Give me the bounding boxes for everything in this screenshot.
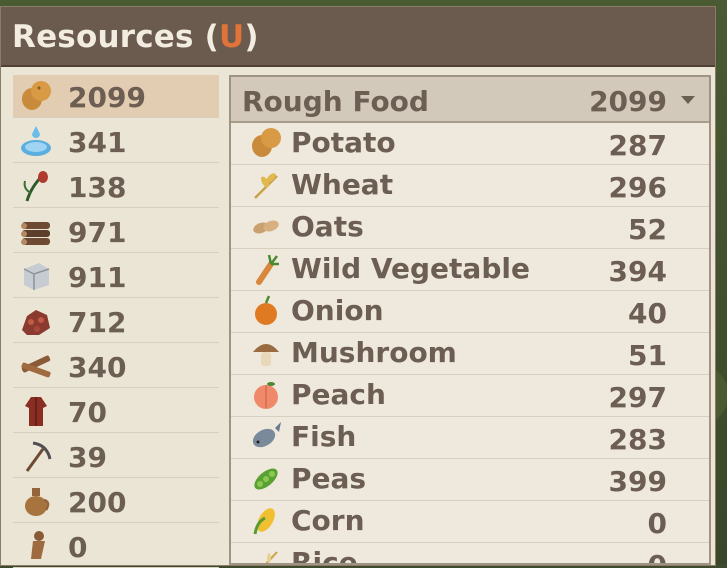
robe-icon [25, 397, 47, 426]
item-value: 51 [628, 339, 667, 372]
list-item[interactable]: Wild Vegetable 394 [231, 249, 709, 291]
list-item[interactable]: Fish 283 [231, 417, 709, 459]
resource-category-rough-food[interactable]: 2099 [13, 75, 219, 118]
item-name: Peach [291, 378, 386, 411]
onion-icon [255, 295, 277, 325]
resource-category-stone[interactable]: 911 [13, 255, 219, 298]
window-title: Resources (U) [12, 19, 259, 55]
resource-value: 341 [68, 126, 127, 159]
list-item[interactable]: Oats 52 [231, 207, 709, 249]
resources-window: Resources (U) 2099 341 138 971 911 712 3… [0, 6, 716, 568]
item-value: 296 [608, 171, 667, 204]
item-name: Oats [291, 210, 364, 243]
water-icon [21, 126, 51, 156]
resource-category-herbs[interactable]: 138 [13, 165, 219, 208]
item-list[interactable]: Potato 287 Wheat 296 Oats 52 Wild Vegeta… [231, 123, 709, 563]
item-value: 0 [648, 549, 667, 563]
peas-icon [254, 468, 278, 490]
list-item[interactable]: Mushroom 51 [231, 333, 709, 375]
resource-category-artifacts[interactable]: 0 [13, 525, 219, 568]
resource-category-wood[interactable]: 971 [13, 210, 219, 253]
list-item[interactable]: Peach 297 [231, 375, 709, 417]
list-item[interactable]: Corn 0 [231, 501, 709, 543]
stone-icon [23, 263, 50, 290]
logs-icon [21, 222, 50, 245]
category-total: 2099 [589, 85, 667, 118]
jug-icon [25, 488, 50, 516]
window-title-text: Resources [12, 19, 194, 55]
resource-value: 200 [68, 486, 127, 519]
wheat-icon [254, 173, 278, 199]
pickaxe-icon [25, 441, 52, 472]
hotkey-open-paren: ( [204, 19, 220, 55]
hotkey-letter: U [219, 19, 245, 55]
resource-value: 138 [68, 171, 127, 204]
list-item[interactable]: Potato 287 [231, 123, 709, 165]
mushroom-icon [253, 344, 279, 366]
resource-category-tools[interactable]: 39 [13, 435, 219, 478]
ore-icon [22, 310, 50, 335]
item-name: Potato [291, 126, 396, 159]
window-titlebar[interactable]: Resources (U) [1, 7, 715, 67]
resource-category-list: 2099 341 138 971 911 712 340 70 39 200 0 [13, 75, 219, 568]
corn-icon [253, 508, 275, 535]
item-name: Wheat [291, 168, 394, 201]
potato-icon [252, 128, 281, 157]
resource-category-planks[interactable]: 340 [13, 345, 219, 388]
resource-value: 2099 [68, 81, 146, 114]
list-item[interactable]: Onion 40 [231, 291, 709, 333]
item-value: 297 [608, 381, 667, 414]
wild-vegetable-icon [256, 254, 279, 285]
rice-icon [265, 551, 278, 563]
resource-value: 0 [68, 531, 88, 564]
fish-icon [252, 422, 281, 448]
item-value: 0 [647, 507, 667, 540]
item-name: Mushroom [291, 336, 457, 369]
list-item[interactable]: Wheat 296 [231, 165, 709, 207]
item-name: Onion [291, 294, 384, 327]
resource-value: 712 [68, 306, 127, 339]
item-name: Fish [291, 420, 357, 453]
item-name: Peas [291, 462, 367, 495]
resource-category-pottery[interactable]: 200 [13, 480, 219, 523]
resource-value: 39 [68, 441, 107, 474]
item-value: 287 [608, 129, 667, 162]
item-value: 283 [608, 423, 667, 456]
item-value: 399 [608, 465, 667, 498]
oats-icon [253, 220, 279, 234]
category-title: Rough Food [242, 85, 429, 118]
chevron-down-icon[interactable] [681, 96, 695, 104]
list-item[interactable]: Peas 399 [231, 459, 709, 501]
item-name: Rice [291, 546, 358, 565]
resource-value: 70 [68, 396, 107, 429]
category-dropdown[interactable]: Rough Food 2099 [231, 77, 709, 123]
item-value: 40 [628, 297, 667, 330]
resource-value: 971 [68, 216, 127, 249]
item-value: 52 [628, 213, 667, 246]
resource-category-water[interactable]: 341 [13, 120, 219, 163]
potato-icon [22, 81, 51, 110]
peach-icon [254, 382, 278, 409]
resource-category-ore[interactable]: 712 [13, 300, 219, 343]
herb-icon [23, 171, 48, 202]
resource-category-clothing[interactable]: 70 [13, 390, 219, 433]
figurine-icon [31, 531, 45, 559]
planks-icon [21, 355, 51, 378]
category-detail-panel: Rough Food 2099 Potato 287 Wheat 296 Oat… [229, 75, 711, 565]
resource-value: 340 [68, 351, 127, 384]
hotkey-close-paren: ) [244, 19, 259, 55]
list-item[interactable]: Rice 0 [231, 543, 709, 565]
resource-value: 911 [68, 261, 127, 294]
item-value: 394 [608, 255, 667, 288]
item-name: Wild Vegetable [291, 252, 530, 285]
item-name: Corn [291, 504, 365, 537]
